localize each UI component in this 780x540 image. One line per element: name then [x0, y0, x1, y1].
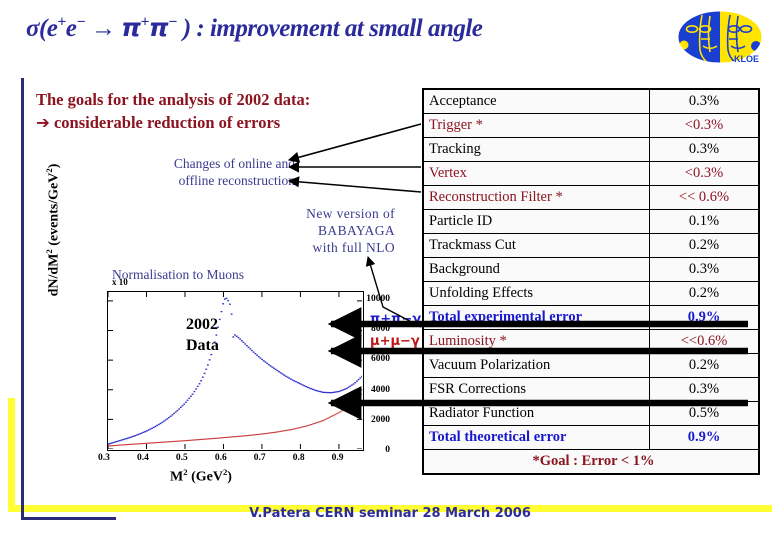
annotation-babayaga: New version of BABAYAGA with full NLO — [230, 205, 395, 256]
goals-line-1: The goals for the analysis of 2002 data: — [36, 90, 311, 109]
table-row: Unfolding Effects 0.2% — [422, 281, 760, 306]
table-cell-value: 0.3% — [649, 137, 760, 162]
chart-x-tick-label: 0.4 — [136, 453, 149, 463]
table-cell-value: 0.9% — [649, 425, 760, 450]
table-row: Reconstruction Filter * << 0.6% — [422, 185, 760, 210]
right-arrow-icon: ➔ — [36, 113, 50, 132]
table-cell-value: 0.3% — [649, 257, 760, 282]
chart-x-tick-label: 0.8 — [292, 453, 305, 463]
table-cell-label: Unfolding Effects — [422, 281, 650, 306]
page-title-text: σ(e+e− → π+π− ) : improvement at small a… — [26, 13, 483, 43]
table-row: Tracking 0.3% — [422, 137, 760, 162]
kloe-logo: KLOE — [672, 6, 768, 72]
table-cell-value: 0.2% — [649, 353, 760, 378]
chart-inset-label-line-1: 2002 — [186, 316, 218, 333]
table-cell-label: FSR Corrections — [422, 377, 650, 402]
table-cell-label: Reconstruction Filter * — [422, 185, 650, 210]
table-row: Trigger * <0.3% — [422, 113, 760, 138]
table-row: Luminosity * <<0.6% — [422, 329, 760, 354]
annotation-changes-line-2: offline reconstruction — [178, 173, 295, 188]
table-row: Acceptance 0.3% — [422, 88, 760, 114]
table-cell-label: Total theoretical error — [422, 425, 650, 450]
table-row: Vacuum Polarization 0.2% — [422, 353, 760, 378]
table-cell-value: 0.2% — [649, 233, 760, 258]
slide-footer: V.Patera CERN seminar 28 March 2006 — [249, 506, 531, 521]
chart-plot-area: 2002 Data π+π−γ μ+μ−γ — [107, 291, 421, 451]
chart-x-tick-label: 0.3 — [98, 453, 110, 463]
table-cell-label: Vertex — [422, 161, 650, 186]
goals-line-2: ➔ considerable reduction of errors — [36, 111, 416, 134]
table-cell-value: 0.9% — [649, 305, 760, 330]
chart-series-layer — [107, 292, 363, 450]
table-row-goal: *Goal : Error < 1% — [422, 449, 760, 475]
table-row: FSR Corrections 0.3% — [422, 377, 760, 402]
goal-note: *Goal : Error < 1% — [422, 449, 760, 475]
chart-series-0 — [107, 297, 363, 445]
annotation-babayaga-line-1: New version of — [306, 206, 395, 221]
annotation-babayaga-line-2: BABAYAGA — [318, 223, 395, 238]
chart-x-tick-label: 0.7 — [253, 453, 266, 463]
chart-y-axis-label: dN/dM2 (events/GeV2) — [44, 163, 62, 297]
annotation-reconstruction-changes: Changes of online and offline reconstruc… — [120, 155, 295, 189]
chart-y-multiplier: x 10 — [112, 277, 128, 287]
chart-legend-pions: π+π−γ — [370, 312, 422, 327]
table-cell-label: Tracking — [422, 137, 650, 162]
goals-line-2-text: considerable reduction of errors — [53, 113, 281, 132]
arrow-to-reconstruction-changes — [287, 123, 422, 193]
kloe-logo-wordmark: KLOE — [734, 54, 759, 64]
chart-inset-label: 2002 Data — [186, 314, 219, 356]
table-row: Background 0.3% — [422, 257, 760, 282]
table-cell-label: Particle ID — [422, 209, 650, 234]
chart-legend-muons: μ+μ−γ — [370, 334, 420, 349]
systematic-error-table: Acceptance 0.3% Trigger * <0.3% Tracking 0.3%… — [422, 88, 760, 475]
table-row: Vertex <0.3% — [422, 161, 760, 186]
table-row: Total theoretical error 0.9% — [422, 425, 760, 450]
chart-x-tick-label: 0.5 — [175, 453, 188, 463]
table-row: Particle ID 0.1% — [422, 209, 760, 234]
annotation-changes-line-1: Changes of online and — [173, 156, 295, 171]
table-cell-value: 0.3% — [649, 88, 760, 114]
table-cell-label: Background — [422, 257, 650, 282]
table-cell-value: 0.3% — [649, 377, 760, 402]
table-row: Trackmass Cut 0.2% — [422, 233, 760, 258]
table-cell-value: <0.3% — [649, 161, 760, 186]
page-title: σ(e+e− → π+π− ) : improvement at small a… — [26, 8, 556, 44]
table-cell-label: Trackmass Cut — [422, 233, 650, 258]
table-cell-value: 0.5% — [649, 401, 760, 426]
chart-x-tick-label: 0.6 — [214, 453, 227, 463]
slide-border-vertical — [21, 78, 24, 520]
table-cell-label: Vacuum Polarization — [422, 353, 650, 378]
chart-x-tick-label: 0.9 — [331, 453, 344, 463]
table-cell-value: 0.1% — [649, 209, 760, 234]
table-cell-label: Acceptance — [422, 88, 650, 114]
chart-x-axis-label: M2 (GeV2) — [170, 467, 232, 485]
chart-inset-label-line-2: Data — [186, 337, 219, 354]
table-cell-label: Luminosity * — [422, 329, 650, 354]
chart-series-1 — [107, 393, 363, 447]
table-row: Total experimental error 0.9% — [422, 305, 760, 330]
annotation-babayaga-line-3: with full NLO — [312, 240, 395, 255]
table-cell-value: 0.2% — [649, 281, 760, 306]
table-cell-value: <<0.6% — [649, 329, 760, 354]
goals-heading: The goals for the analysis of 2002 data:… — [36, 88, 416, 134]
table-cell-label: Total experimental error — [422, 305, 650, 330]
table-cell-label: Radiator Function — [422, 401, 650, 426]
table-row: Radiator Function 0.5% — [422, 401, 760, 426]
table-cell-value: << 0.6% — [649, 185, 760, 210]
slide-accent-rule-vertical — [8, 398, 15, 512]
table-cell-value: <0.3% — [649, 113, 760, 138]
mass-spectrum-chart: dN/dM2 (events/GeV2) x 10 0 2000 4000 6000 8… — [44, 164, 421, 492]
table-cell-label: Trigger * — [422, 113, 650, 138]
